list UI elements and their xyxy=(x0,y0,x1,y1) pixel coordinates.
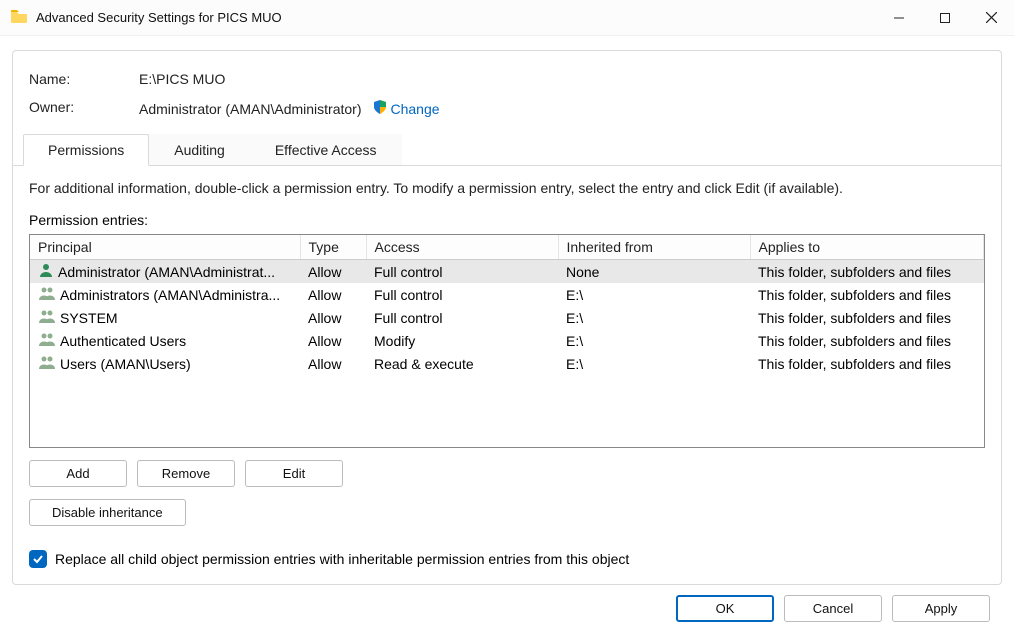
folder-icon xyxy=(10,7,28,28)
cell-access: Modify xyxy=(366,329,558,352)
group-icon xyxy=(38,285,56,304)
apply-button[interactable]: Apply xyxy=(892,595,990,622)
window-title: Advanced Security Settings for PICS MUO xyxy=(36,10,876,25)
main-pane: Name: E:\PICS MUO Owner: Administrator (… xyxy=(12,50,1002,585)
titlebar: Advanced Security Settings for PICS MUO xyxy=(0,0,1014,36)
user-icon xyxy=(38,262,54,281)
column-header-applies[interactable]: Applies to xyxy=(750,235,984,260)
ok-button[interactable]: OK xyxy=(676,595,774,622)
disable-inheritance-button[interactable]: Disable inheritance xyxy=(29,499,186,526)
cell-type: Allow xyxy=(300,352,366,375)
cell-applies: This folder, subfolders and files xyxy=(750,283,984,306)
cell-inherited: E:\ xyxy=(558,329,750,352)
cell-type: Allow xyxy=(300,306,366,329)
tab-effective-access[interactable]: Effective Access xyxy=(250,134,402,165)
cell-inherited: E:\ xyxy=(558,283,750,306)
permission-grid[interactable]: Principal Type Access Inherited from App… xyxy=(30,235,984,375)
cell-inherited: E:\ xyxy=(558,306,750,329)
close-button[interactable] xyxy=(968,0,1014,35)
name-label: Name: xyxy=(29,71,139,87)
owner-label: Owner: xyxy=(29,99,139,118)
principal-text: Users (AMAN\Users) xyxy=(60,356,191,372)
remove-button[interactable]: Remove xyxy=(137,460,235,487)
tab-strip: Permissions Auditing Effective Access xyxy=(13,132,1001,166)
table-row[interactable]: Administrators (AMAN\Administra... AllowF… xyxy=(30,283,984,306)
replace-checkbox-label: Replace all child object permission entr… xyxy=(55,551,629,567)
replace-checkbox[interactable] xyxy=(29,550,47,568)
principal-text: SYSTEM xyxy=(60,310,118,326)
dialog-footer: OK Cancel Apply xyxy=(12,585,1002,622)
add-button[interactable]: Add xyxy=(29,460,127,487)
owner-value: Administrator (AMAN\Administrator) xyxy=(139,101,362,117)
cell-applies: This folder, subfolders and files xyxy=(750,329,984,352)
cell-access: Full control xyxy=(366,260,558,284)
check-icon xyxy=(32,553,44,565)
name-value: E:\PICS MUO xyxy=(139,71,985,87)
shield-icon xyxy=(372,99,388,118)
cell-applies: This folder, subfolders and files xyxy=(750,306,984,329)
permission-entries-label: Permission entries: xyxy=(29,212,985,228)
cell-applies: This folder, subfolders and files xyxy=(750,352,984,375)
column-header-inherited[interactable]: Inherited from xyxy=(558,235,750,260)
table-row[interactable]: Authenticated Users AllowModifyE:\This fo… xyxy=(30,329,984,352)
cell-inherited: None xyxy=(558,260,750,284)
column-header-principal[interactable]: Principal xyxy=(30,235,300,260)
cell-type: Allow xyxy=(300,329,366,352)
maximize-button[interactable] xyxy=(922,0,968,35)
principal-text: Administrator (AMAN\Administrat... xyxy=(58,264,275,280)
table-row[interactable]: Administrator (AMAN\Administrat... AllowF… xyxy=(30,260,984,284)
principal-text: Administrators (AMAN\Administra... xyxy=(60,287,280,303)
cell-type: Allow xyxy=(300,260,366,284)
edit-button[interactable]: Edit xyxy=(245,460,343,487)
cancel-button[interactable]: Cancel xyxy=(784,595,882,622)
cell-access: Full control xyxy=(366,306,558,329)
column-header-type[interactable]: Type xyxy=(300,235,366,260)
cell-type: Allow xyxy=(300,283,366,306)
tab-permissions[interactable]: Permissions xyxy=(23,134,149,166)
instruction-text: For additional information, double-click… xyxy=(29,180,985,196)
group-icon xyxy=(38,308,56,327)
cell-access: Full control xyxy=(366,283,558,306)
minimize-button[interactable] xyxy=(876,0,922,35)
cell-inherited: E:\ xyxy=(558,352,750,375)
column-header-access[interactable]: Access xyxy=(366,235,558,260)
table-row[interactable]: SYSTEM AllowFull controlE:\This folder, s… xyxy=(30,306,984,329)
table-row[interactable]: Users (AMAN\Users) AllowRead & executeE:\… xyxy=(30,352,984,375)
principal-text: Authenticated Users xyxy=(60,333,186,349)
tab-auditing[interactable]: Auditing xyxy=(149,134,250,165)
group-icon xyxy=(38,354,56,373)
change-owner-link[interactable]: Change xyxy=(372,99,440,118)
cell-access: Read & execute xyxy=(366,352,558,375)
cell-applies: This folder, subfolders and files xyxy=(750,260,984,284)
group-icon xyxy=(38,331,56,350)
